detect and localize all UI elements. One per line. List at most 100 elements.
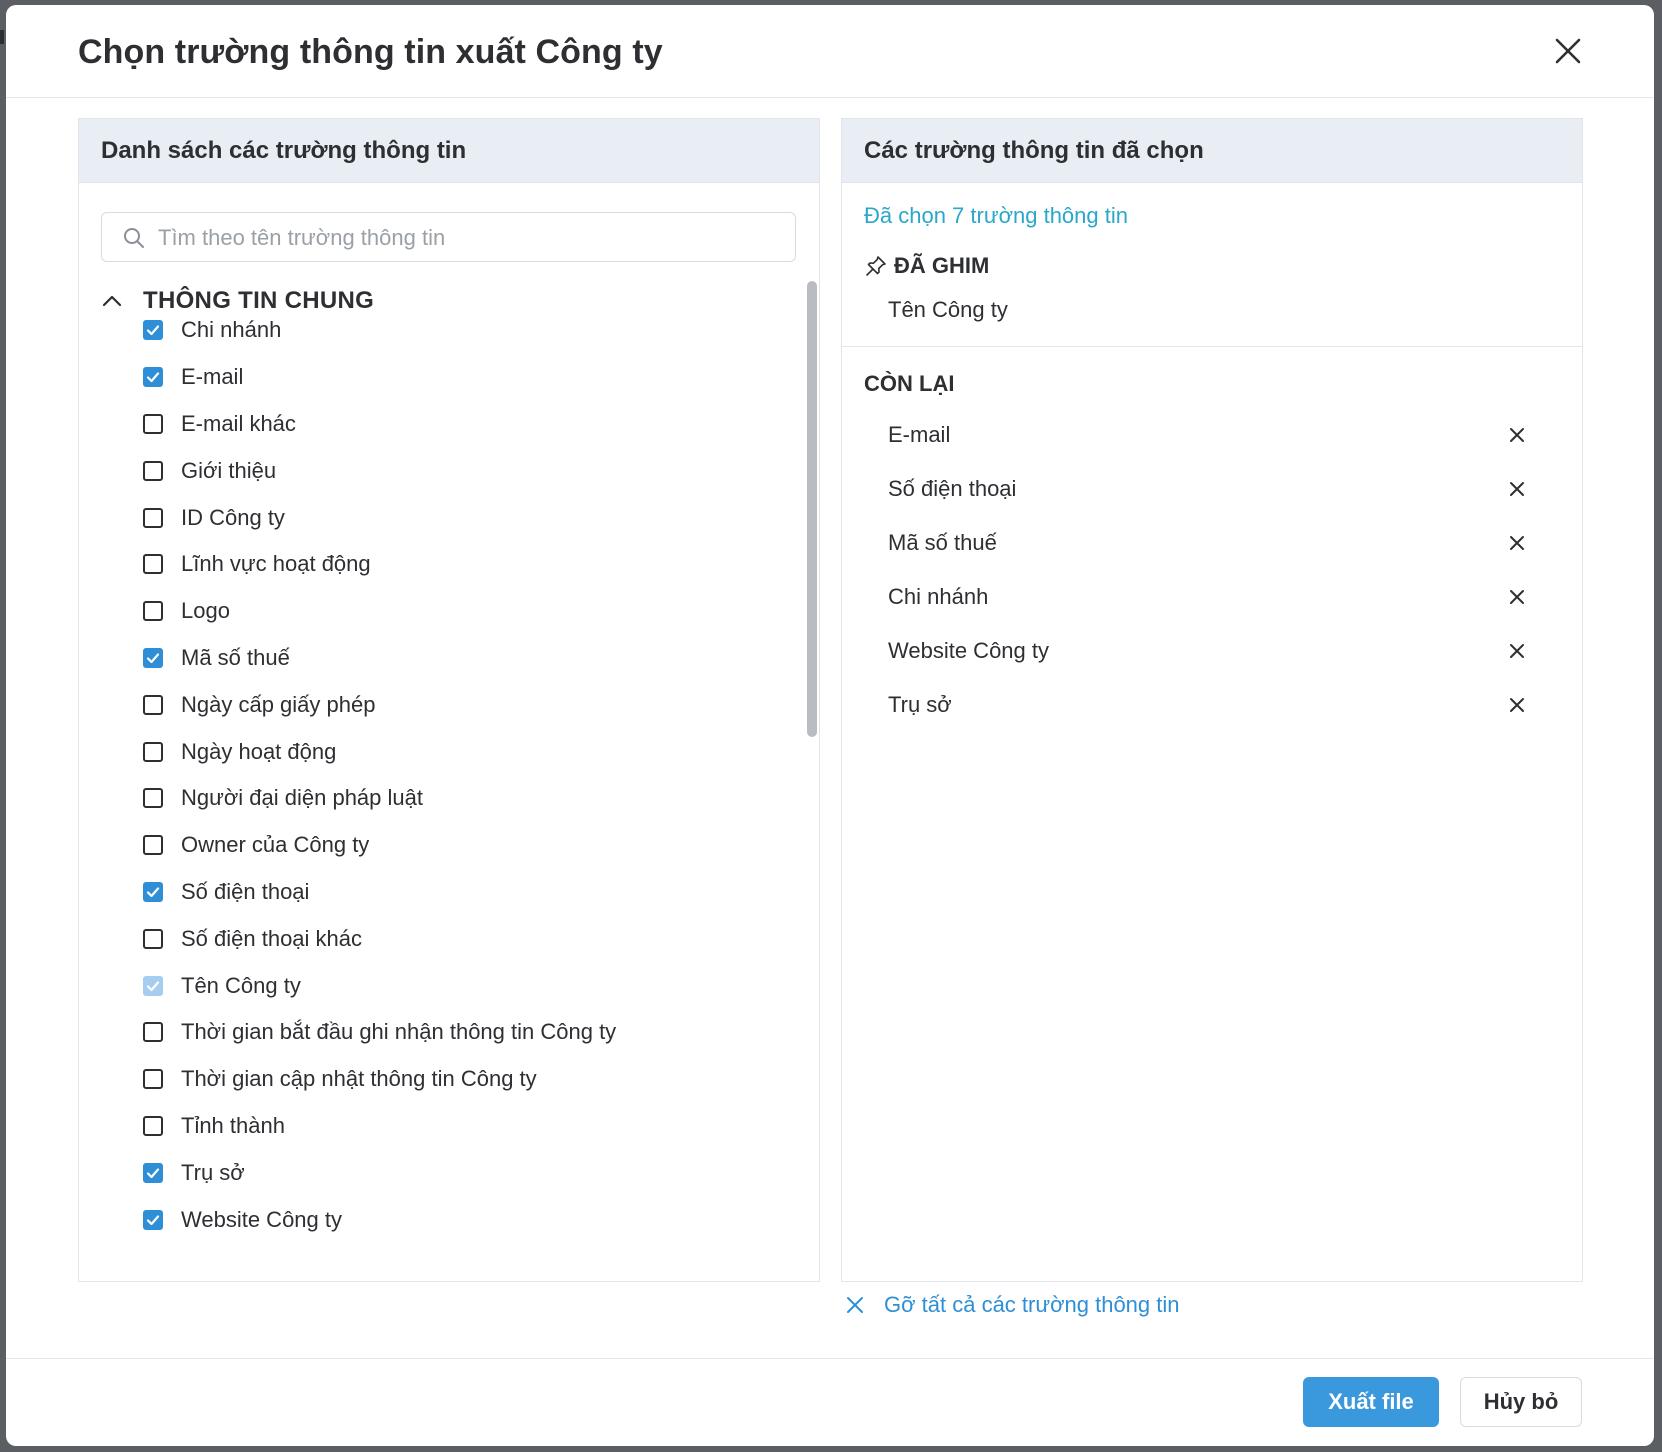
field-checkbox[interactable] [143, 507, 163, 528]
field-option-label: Số điện thoại [181, 878, 310, 904]
field-option-label: Thời gian bắt đầu ghi nhận thông tin Côn… [181, 1019, 617, 1045]
field-checkbox[interactable] [143, 1162, 163, 1183]
clear-all-label: Gỡ tất cả các trường thông tin [884, 1292, 1180, 1317]
cancel-button[interactable]: Hủy bỏ [1460, 1377, 1582, 1427]
field-option-label: Giới thiệu [181, 457, 277, 483]
check-icon [146, 1214, 160, 1225]
field-option-label: Người đại diện pháp luật [181, 785, 423, 811]
remaining-section-title: CÒN LẠI [864, 371, 955, 396]
field-option-label: Chi nhánh [181, 317, 282, 343]
field-checkbox-list: Chi nhánh E-mail E-mail khác Giới thiệu ID C… [143, 307, 783, 1243]
field-option-label: Lĩnh vực hoạt động [181, 551, 371, 577]
check-icon [146, 1168, 160, 1178]
field-checkbox[interactable] [143, 835, 163, 856]
check-icon [146, 372, 160, 383]
pinned-item: Tên Công ty [888, 297, 1008, 322]
field-option-label: Mã số thuế [181, 644, 290, 670]
field-option-label: Ngày cấp giấy phép [181, 691, 376, 717]
field-option-label: Website Công ty [181, 1206, 343, 1232]
field-option[interactable]: Số điện thoại khác [143, 915, 783, 962]
field-option[interactable]: Người đại diện pháp luật [143, 775, 783, 822]
check-icon [146, 325, 160, 336]
field-list-header: Danh sách các trường thông tin [79, 119, 819, 183]
field-checkbox[interactable] [143, 647, 163, 668]
field-option[interactable]: Thời gian bắt đầu ghi nhận thông tin Côn… [143, 1009, 783, 1056]
dialog-title: Chọn trường thông tin xuất Công ty [78, 33, 663, 71]
field-option[interactable]: Chi nhánh [143, 307, 783, 354]
dialog-header: Chọn trường thông tin xuất Công ty [6, 5, 1654, 98]
field-checkbox[interactable] [143, 554, 163, 575]
field-option[interactable]: ID Công ty [143, 494, 783, 541]
remove-field-x-icon[interactable] [1506, 478, 1528, 500]
field-checkbox[interactable] [143, 1209, 163, 1230]
close-icon[interactable] [1550, 33, 1586, 69]
selected-fields-panel: Các trường thông tin đã chọn Đã chọn 7 t… [841, 118, 1583, 1282]
pinned-section-title: ĐÃ GHIM [864, 253, 989, 279]
field-option-label: Tên Công ty [181, 972, 301, 998]
field-option-label: ID Công ty [181, 504, 285, 530]
field-checkbox[interactable] [143, 788, 163, 809]
remove-field-x-icon[interactable] [1506, 424, 1528, 446]
field-checkbox[interactable] [143, 928, 163, 949]
field-option[interactable]: Tên Công ty [143, 962, 783, 1009]
chevron-up-icon [102, 295, 122, 307]
field-option[interactable]: Trụ sở [143, 1149, 783, 1196]
field-checkbox[interactable] [143, 1069, 163, 1090]
field-option[interactable]: Logo [143, 588, 783, 635]
field-option[interactable]: Tỉnh thành [143, 1103, 783, 1150]
selected-field-item: E-mail [888, 408, 1528, 462]
remove-field-x-icon[interactable] [1506, 586, 1528, 608]
field-option[interactable]: Số điện thoại [143, 869, 783, 916]
field-checkbox [143, 975, 163, 996]
field-option[interactable]: Owner của Công ty [143, 822, 783, 869]
field-checkbox[interactable] [143, 367, 163, 388]
field-option[interactable]: Giới thiệu [143, 447, 783, 494]
pin-icon [866, 256, 886, 276]
selected-field-item: Website Công ty [888, 624, 1528, 678]
field-option-label: Thời gian cập nhật thông tin Công ty [181, 1066, 537, 1092]
remaining-field-list: E-mail Số điện thoại Mã số thuế Chi nhánh We… [888, 408, 1528, 732]
selected-field-item: Mã số thuế [888, 516, 1528, 570]
field-option-label: E-mail [181, 364, 244, 390]
field-option-label: Ngày hoạt động [181, 738, 337, 764]
selected-field-item: Chi nhánh [888, 570, 1528, 624]
selected-field-label: Website Công ty [888, 638, 1050, 663]
selected-field-label: E-mail [888, 422, 951, 447]
field-option[interactable]: Lĩnh vực hoạt động [143, 541, 783, 588]
field-option-label: Logo [181, 598, 230, 624]
remove-field-x-icon[interactable] [1506, 532, 1528, 554]
selected-count: Đã chọn 7 trường thông tin [864, 203, 1128, 228]
clear-all-fields-link[interactable]: Gỡ tất cả các trường thông tin [844, 1292, 1180, 1318]
remove-field-x-icon[interactable] [1506, 694, 1528, 716]
section-divider [842, 346, 1582, 347]
field-option[interactable]: Website Công ty [143, 1196, 783, 1243]
background-edge [0, 30, 4, 44]
field-checkbox[interactable] [143, 694, 163, 715]
field-checkbox[interactable] [143, 460, 163, 481]
scrollbar-thumb[interactable] [807, 281, 817, 737]
field-option[interactable]: E-mail [143, 354, 783, 401]
field-option-label: E-mail khác [181, 410, 296, 436]
search-input[interactable] [156, 213, 780, 263]
field-checkbox[interactable] [143, 881, 163, 902]
field-checkbox[interactable] [143, 413, 163, 434]
field-checkbox[interactable] [143, 1115, 163, 1136]
field-option[interactable]: Mã số thuế [143, 635, 783, 682]
field-checkbox[interactable] [143, 320, 163, 341]
selected-field-item: Trụ sở [888, 678, 1528, 732]
footer-divider [6, 1358, 1654, 1359]
field-option[interactable]: Thời gian cập nhật thông tin Công ty [143, 1056, 783, 1103]
field-checkbox[interactable] [143, 601, 163, 622]
field-option[interactable]: Ngày cấp giấy phép [143, 681, 783, 728]
field-checkbox[interactable] [143, 741, 163, 762]
field-checkbox[interactable] [143, 1022, 163, 1043]
export-file-button[interactable]: Xuất file [1303, 1377, 1439, 1427]
pinned-title: ĐÃ GHIM [894, 253, 990, 278]
selected-field-label: Số điện thoại [888, 476, 1017, 501]
field-option[interactable]: E-mail khác [143, 401, 783, 448]
field-list-panel: Danh sách các trường thông tin THÔNG TIN… [78, 118, 820, 1282]
remove-field-x-icon[interactable] [1506, 640, 1528, 662]
selected-field-label: Chi nhánh [888, 584, 989, 609]
selected-field-label: Trụ sở [888, 692, 952, 717]
field-option[interactable]: Ngày hoạt động [143, 728, 783, 775]
